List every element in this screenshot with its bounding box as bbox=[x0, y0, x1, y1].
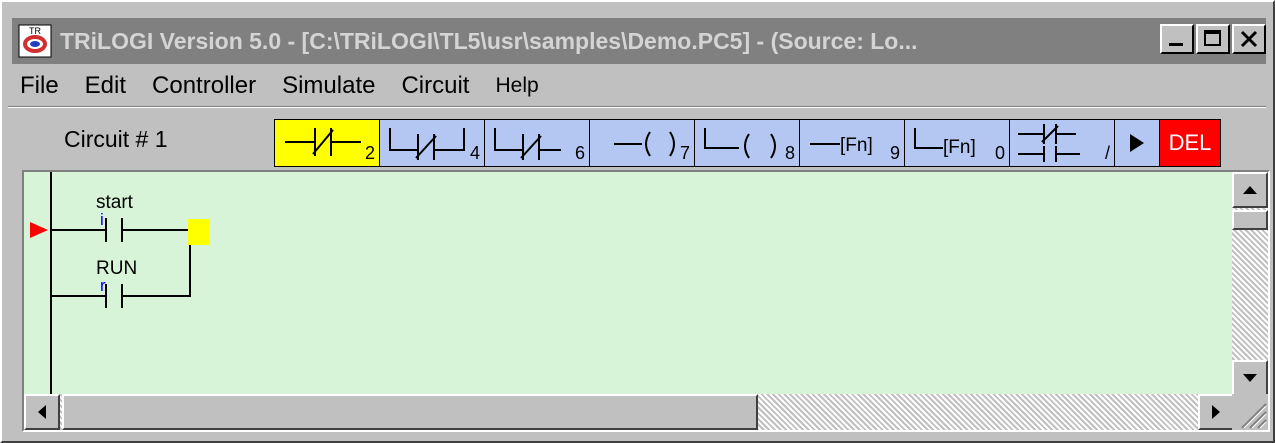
coil-icon bbox=[614, 131, 675, 157]
play-button[interactable] bbox=[1114, 119, 1160, 167]
series-contact-tool[interactable]: 2 bbox=[274, 119, 380, 167]
function-text: [Fn] bbox=[840, 135, 873, 156]
resize-grip[interactable] bbox=[1232, 394, 1268, 430]
function-icon: [Fn] bbox=[810, 135, 873, 156]
arrow-up-icon bbox=[1243, 186, 1257, 194]
menu-file[interactable]: File bbox=[20, 72, 59, 100]
parallel-function-tool[interactable]: [Fn] 0 bbox=[904, 119, 1010, 167]
close-button[interactable] bbox=[1232, 24, 1266, 54]
contact-start bbox=[51, 218, 188, 242]
nc-toggle-icon bbox=[1018, 124, 1080, 162]
svg-text:TR: TR bbox=[29, 26, 41, 36]
horizontal-scroll-thumb[interactable] bbox=[62, 394, 758, 430]
tool-key: 2 bbox=[364, 143, 375, 163]
menu-separator bbox=[8, 106, 1266, 108]
scroll-right-button[interactable] bbox=[1198, 394, 1234, 430]
title-bar[interactable]: TR TRiLOGI Version 5.0 - [C:\TRiLOGI\TL5… bbox=[12, 18, 1266, 64]
menu-help[interactable]: Help bbox=[495, 74, 538, 98]
menu-simulate[interactable]: Simulate bbox=[282, 72, 375, 100]
minimize-button[interactable] bbox=[1160, 24, 1194, 54]
minimize-icon bbox=[1169, 43, 1183, 46]
contact-icon bbox=[285, 128, 361, 156]
ladder-canvas[interactable]: start i RUN r bbox=[24, 172, 1234, 396]
rung-marker-icon bbox=[30, 222, 48, 238]
scroll-down-button[interactable] bbox=[1232, 360, 1268, 396]
trilogi-window: TR TRiLOGI Version 5.0 - [C:\TRiLOGI\TL5… bbox=[0, 0, 1275, 443]
branch-contact-icon bbox=[494, 128, 561, 160]
coil-tool[interactable]: 7 bbox=[589, 119, 695, 167]
play-icon bbox=[1130, 134, 1144, 152]
trilogi-app-icon: TR bbox=[18, 24, 52, 58]
arrow-right-icon bbox=[1212, 405, 1220, 419]
menu-bar: File Edit Controller Simulate Circuit He… bbox=[20, 66, 565, 106]
ladder-diagram bbox=[30, 172, 210, 396]
menu-edit[interactable]: Edit bbox=[85, 72, 126, 100]
circuit-number-label: Circuit # 1 bbox=[64, 126, 168, 152]
window-title: TRiLOGI Version 5.0 - [C:\TRiLOGI\TL5\us… bbox=[60, 28, 918, 54]
parallel-contact-icon bbox=[389, 128, 465, 160]
vertical-scroll-thumb[interactable] bbox=[1232, 210, 1268, 230]
tool-key: 0 bbox=[994, 143, 1005, 163]
tool-key: 6 bbox=[574, 143, 585, 163]
arrow-left-icon bbox=[38, 405, 46, 419]
vertical-scrollbar[interactable] bbox=[1232, 172, 1268, 396]
scroll-left-button[interactable] bbox=[24, 394, 60, 430]
ladder-toolbar: 2 4 6 7 8 [Fn] 9 [Fn] 0 / DEL bbox=[274, 119, 1221, 167]
maximize-icon bbox=[1204, 30, 1221, 46]
tool-key: / bbox=[1104, 143, 1110, 163]
tool-key: 7 bbox=[679, 143, 690, 163]
menu-controller[interactable]: Controller bbox=[152, 72, 256, 100]
delete-button[interactable]: DEL bbox=[1159, 119, 1221, 167]
contact-type: r bbox=[100, 276, 106, 295]
horizontal-scrollbar[interactable] bbox=[24, 394, 1234, 430]
arrow-down-icon bbox=[1243, 374, 1257, 382]
branch-contact-tool[interactable]: 6 bbox=[484, 119, 590, 167]
menu-circuit[interactable]: Circuit bbox=[401, 72, 469, 100]
nc-toggle-tool[interactable]: / bbox=[1009, 119, 1115, 167]
parallel-coil-tool[interactable]: 8 bbox=[694, 119, 800, 167]
resize-grip-icon bbox=[1241, 403, 1267, 429]
tool-key: 8 bbox=[784, 143, 795, 163]
parallel-contact-tool[interactable]: 4 bbox=[379, 119, 485, 167]
close-icon bbox=[1240, 30, 1258, 48]
scroll-up-button[interactable] bbox=[1232, 172, 1268, 208]
coil-placeholder bbox=[188, 219, 210, 245]
parallel-function-icon: [Fn] bbox=[914, 128, 976, 158]
tool-key: 9 bbox=[889, 143, 900, 163]
parallel-coil-icon bbox=[704, 128, 776, 159]
function-text: [Fn] bbox=[943, 137, 976, 158]
tool-key: 4 bbox=[469, 143, 480, 163]
ladder-canvas-frame: start i RUN r bbox=[22, 170, 1270, 432]
contact-type: i bbox=[100, 210, 104, 229]
maximize-button[interactable] bbox=[1196, 24, 1230, 54]
function-tool[interactable]: [Fn] 9 bbox=[799, 119, 905, 167]
